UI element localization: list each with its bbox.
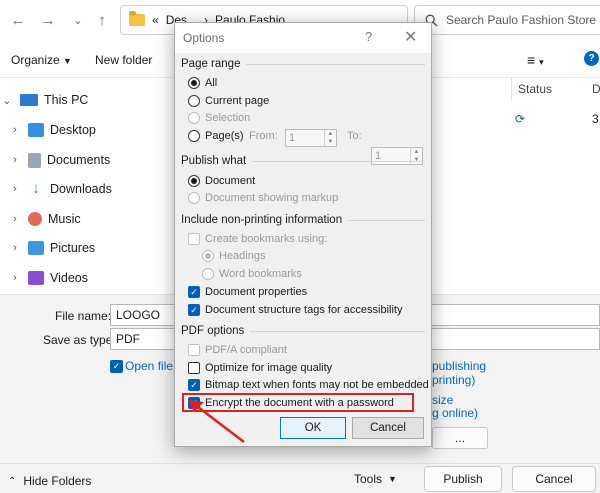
checkbox-document-properties[interactable]: ✓ Document properties [188, 286, 307, 298]
checkbox-icon [188, 233, 200, 245]
sidebar-item-this-pc[interactable]: ⌄ This PC [2, 87, 88, 113]
collapse-chevron-icon[interactable]: › [10, 242, 20, 254]
column-header-status[interactable]: Status [518, 82, 552, 96]
checkbox-optimize-image[interactable]: Optimize for image quality [188, 362, 332, 374]
checkbox-checked-icon: ✓ [188, 304, 200, 316]
chevron-up-icon: ⌃ [8, 475, 17, 487]
file-date-cell: 3, [592, 112, 600, 126]
breadcrumb-overflow[interactable]: « [152, 13, 159, 27]
collapse-chevron-icon[interactable]: › [10, 272, 20, 284]
from-label: From: [249, 130, 278, 142]
radio-selected-icon [202, 250, 214, 262]
desktop-icon [28, 123, 44, 137]
checkbox-bitmap-text[interactable]: ✓ Bitmap text when fonts may not be embe… [188, 379, 429, 391]
new-folder-button[interactable]: New folder [95, 53, 152, 67]
sidebar-item-desktop[interactable]: › Desktop [10, 117, 96, 143]
radio-selection: Selection [188, 112, 250, 124]
back-arrow-icon[interactable]: ← [6, 8, 30, 32]
section-publish-what: Publish what [181, 155, 425, 167]
publish-button[interactable]: Publish [424, 466, 502, 492]
checkbox-pdfa: PDF/A compliant [188, 344, 287, 356]
radio-pages[interactable]: Page(s) [188, 130, 244, 142]
checkbox-checked-icon: ✓ [188, 379, 200, 391]
up-arrow-icon[interactable]: ↑ [90, 8, 114, 32]
from-spinner[interactable]: 1 ▲ ▼ [285, 129, 337, 147]
sync-status-icon: ⟳ [515, 112, 526, 126]
view-menu-icon[interactable]: ≡ ▾ [527, 52, 544, 68]
optimize-minimum-label[interactable]: size [432, 393, 453, 407]
search-box[interactable]: Search Paulo Fashion Store [414, 5, 600, 35]
section-non-printing: Include non-printing information [181, 214, 425, 226]
radio-headings: Headings [202, 250, 265, 262]
pictures-icon [28, 241, 44, 255]
section-page-range: Page range [181, 58, 425, 70]
radio-icon [202, 268, 214, 280]
sidebar-item-music[interactable]: › Music [10, 206, 81, 232]
optimize-standard-label[interactable]: publishing [432, 359, 486, 373]
file-name-label: File name: [55, 309, 112, 323]
chevron-down-icon: ▼ [388, 474, 397, 484]
checkbox-icon [188, 344, 200, 356]
dialog-cancel-button[interactable]: Cancel [352, 417, 424, 439]
folder-icon [129, 11, 145, 26]
checkbox-checked-icon: ✓ [188, 286, 200, 298]
recent-chevron-icon[interactable]: ⌄ [66, 8, 90, 32]
footer-divider [0, 463, 600, 464]
sidebar-item-pictures[interactable]: › Pictures [10, 235, 95, 261]
dialog-title-bar: Options ? ✕ [175, 23, 431, 53]
radio-icon [188, 95, 200, 107]
sidebar-item-videos[interactable]: › Videos [10, 265, 88, 291]
radio-current-page[interactable]: Current page [188, 95, 269, 107]
radio-icon [188, 130, 200, 142]
checkbox-create-bookmarks: Create bookmarks using: [188, 233, 327, 245]
options-button[interactable]: ... [432, 427, 488, 449]
dialog-title: Options [183, 31, 225, 45]
search-input[interactable]: Search Paulo Fashion Store [446, 13, 596, 27]
spinner-arrows-icon[interactable]: ▲▼ [324, 130, 336, 146]
radio-icon [188, 112, 200, 124]
forward-arrow-icon[interactable]: → [36, 8, 60, 32]
expand-chevron-icon[interactable]: ⌄ [2, 94, 12, 107]
annotation-arrow-icon [188, 400, 245, 443]
radio-document[interactable]: Document [188, 175, 255, 187]
downloads-icon: ↓ [32, 180, 40, 197]
radio-document-markup: Document showing markup [188, 192, 338, 204]
collapse-chevron-icon[interactable]: › [10, 154, 20, 166]
optimize-standard-sublabel: printing) [432, 373, 476, 387]
ok-button[interactable]: OK [280, 417, 346, 439]
save-as-type-label: Save as type: [43, 333, 116, 347]
collapse-chevron-icon[interactable]: › [10, 183, 20, 195]
column-divider[interactable] [511, 78, 512, 100]
open-file-checkbox[interactable]: ✓ [110, 360, 123, 373]
sidebar-item-downloads[interactable]: › ↓ Downloads [10, 176, 112, 202]
radio-selected-icon [188, 77, 200, 89]
radio-all[interactable]: All [188, 77, 217, 89]
documents-icon [28, 152, 41, 168]
this-pc-icon [20, 94, 38, 106]
checkbox-structure-tags[interactable]: ✓ Document structure tags for accessibil… [188, 304, 402, 316]
section-pdf-options: PDF options [181, 325, 425, 337]
organize-button[interactable]: Organize ▼ [11, 53, 72, 67]
to-label: To: [347, 130, 362, 142]
radio-icon [188, 192, 200, 204]
close-icon[interactable]: ✕ [404, 27, 417, 47]
videos-icon [28, 271, 44, 285]
collapse-chevron-icon[interactable]: › [10, 124, 20, 136]
hide-folders-toggle[interactable]: ⌃ Hide Folders [8, 474, 91, 488]
sidebar-item-documents[interactable]: › Documents [10, 147, 110, 173]
checkbox-icon [188, 362, 200, 374]
options-dialog: Options ? ✕ Page range All Current page … [174, 22, 432, 447]
tools-menu[interactable]: Tools ▼ [354, 472, 397, 486]
cancel-button[interactable]: Cancel [512, 466, 596, 492]
help-icon[interactable]: ? [584, 51, 599, 66]
optimize-minimum-sublabel: g online) [432, 406, 479, 420]
help-icon[interactable]: ? [365, 29, 372, 44]
column-header-date[interactable]: D [592, 82, 600, 96]
collapse-chevron-icon[interactable]: › [10, 213, 20, 225]
music-icon [28, 212, 42, 226]
radio-word-bookmarks: Word bookmarks [202, 268, 302, 280]
radio-selected-icon [188, 175, 200, 187]
